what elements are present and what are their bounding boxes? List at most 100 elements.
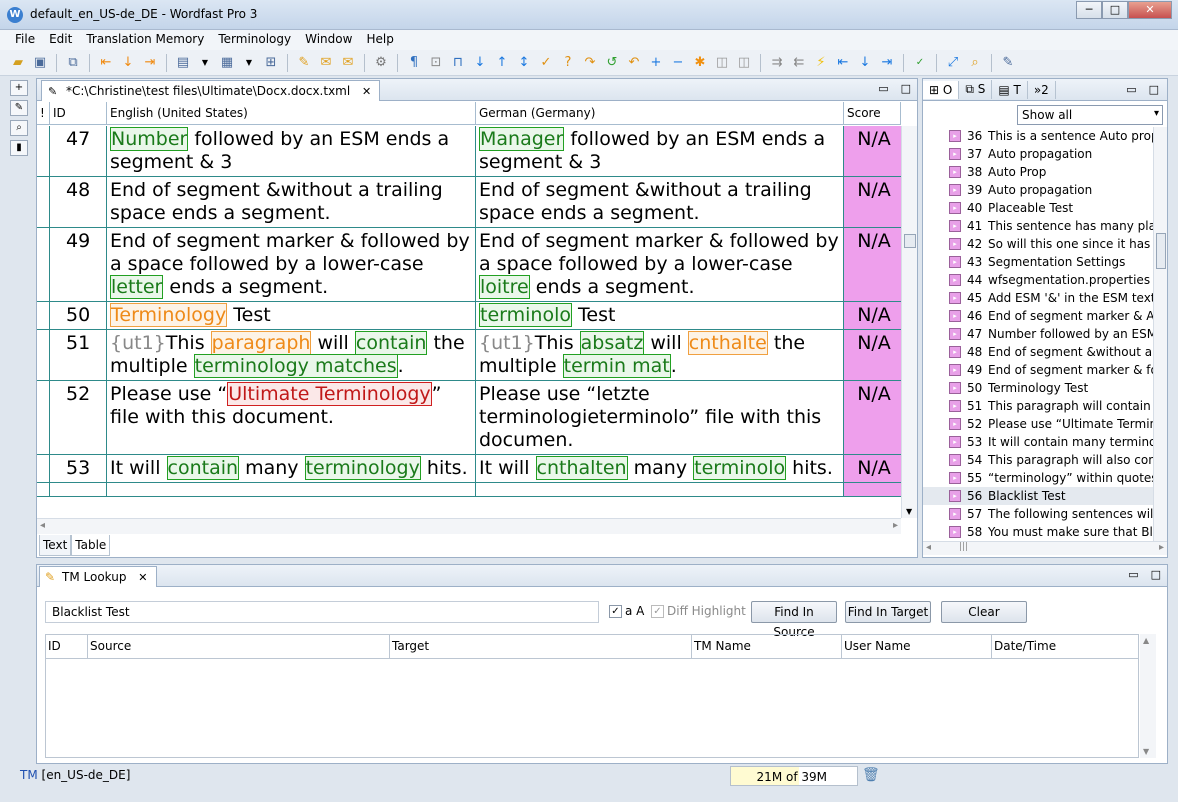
arrow-down-icon[interactable]: ↓ [470, 53, 490, 73]
undo-icon[interactable]: ↶ [624, 53, 644, 73]
plus-icon[interactable]: + [646, 53, 666, 73]
paragraph-icon[interactable]: ¶ [404, 53, 424, 73]
tm-search-input[interactable]: Blacklist Test [45, 601, 599, 623]
outline-item[interactable]: ▸ 40 Placeable Test [923, 199, 1153, 217]
column-id[interactable]: ID [50, 102, 107, 124]
tab-overflow[interactable]: »2 [1028, 80, 1056, 99]
segment-target-cell[interactable]: Please use “letzte terminologieterminolo… [476, 381, 844, 454]
segment-row[interactable]: 49 End of segment marker & followed by a … [37, 228, 901, 302]
outline-item[interactable]: ▸ 44 wfsegmentation.properties W [923, 271, 1153, 289]
case-sensitive-checkbox[interactable]: ✓ [609, 605, 622, 618]
column-source-language[interactable]: English (United States) [107, 102, 476, 124]
lock-icon[interactable]: ⊡ [426, 53, 446, 73]
tm-column-date-time[interactable]: Date/Time [992, 635, 1138, 658]
segment-target-cell[interactable]: {ut1}This absatz will cnthalte the multi… [476, 330, 844, 380]
settings-gear-icon[interactable]: ⚙ [371, 53, 391, 73]
tab-table-view[interactable]: Table [71, 535, 111, 556]
segment-target-cell[interactable]: It will cnthalten many terminolo hits. [476, 455, 844, 482]
expand-right-icon[interactable]: ⇉ [767, 53, 787, 73]
segment-row[interactable] [37, 483, 901, 497]
menu-help[interactable]: Help [359, 30, 400, 50]
split-icon[interactable]: ⊞ [261, 53, 281, 73]
tag-remove-icon[interactable]: ◫ [712, 53, 732, 73]
outline-item[interactable]: ▸ 55 “terminology” within quotes a [923, 469, 1153, 487]
save-icon[interactable]: ▣ [30, 53, 50, 73]
first-segment-icon[interactable]: ⇤ [833, 53, 853, 73]
diff-highlight-checkbox[interactable]: ✓ [651, 605, 664, 618]
maximize-pane-icon[interactable]: □ [1151, 568, 1161, 581]
segment-target-cell[interactable]: End of segment marker & followed by a sp… [476, 228, 844, 301]
tab-s[interactable]: ⧉ S [959, 80, 993, 99]
outline-item[interactable]: ▸ 41 This sentence has many place [923, 217, 1153, 235]
outline-item[interactable]: ▸ 38 Auto Prop [923, 163, 1153, 181]
menu-window[interactable]: Window [298, 30, 359, 50]
outline-item[interactable]: ▸ 48 End of segment &without a tr [923, 343, 1153, 361]
scroll-thumb[interactable] [904, 234, 916, 248]
document-tab[interactable]: ✎ *C:\Christine\test files\Ultimate\Docx… [41, 80, 381, 101]
revert-icon[interactable]: ↺ [602, 53, 622, 73]
outline-item[interactable]: ▸ 47 Number followed by an ESM e [923, 325, 1153, 343]
scroll-left-icon[interactable]: ◂ [40, 520, 45, 531]
segment-target-cell[interactable]: End of segment &without a trailing space… [476, 177, 844, 227]
tm-column-source[interactable]: Source [88, 635, 390, 658]
copy-source-icon[interactable]: ⧉ [63, 53, 83, 73]
segment-row[interactable]: 48 End of segment &without a trailing spa… [37, 177, 901, 228]
scroll-right-icon[interactable]: ▸ [1159, 542, 1164, 553]
clear-button[interactable]: Clear [941, 601, 1027, 623]
open-folder-icon[interactable]: ▰ [8, 53, 28, 73]
outline-vertical-scrollbar[interactable] [1153, 127, 1167, 541]
maximize-button[interactable]: □ [1102, 1, 1128, 19]
outline-horizontal-scrollbar[interactable]: ◂ ||| ▸ [923, 541, 1167, 555]
asterisk-icon[interactable]: ✱ [690, 53, 710, 73]
minimize-pane-icon[interactable]: ▭ [1128, 568, 1138, 581]
tm-column-target[interactable]: Target [390, 635, 692, 658]
previous-segment-icon[interactable]: ⇤ [96, 53, 116, 73]
outline-item[interactable]: ▸ 42 So will this one since it has m [923, 235, 1153, 253]
expand-left-icon[interactable]: ⇇ [789, 53, 809, 73]
confirm-next-icon[interactable]: ↷ [580, 53, 600, 73]
tm-lookup-tab[interactable]: ✎ TM Lookup ✕ [39, 566, 157, 587]
arrow-up-icon[interactable]: ↑ [492, 53, 512, 73]
outline-item[interactable]: ▸ 45 Add ESM '&' in the ESM textb [923, 289, 1153, 307]
dropdown-arrow-icon[interactable]: ▼ [239, 53, 259, 73]
document-icon[interactable]: ▤ [173, 53, 193, 73]
edit-document-icon[interactable]: ✎ [10, 100, 28, 116]
garbage-collect-icon[interactable]: 🗑 [862, 767, 880, 783]
next-segment-icon[interactable]: ↓ [118, 53, 138, 73]
outline-item[interactable]: ▸ 36 This is a sentence Auto propag [923, 127, 1153, 145]
outline-item[interactable]: ▸ 51 This paragraph will contain th [923, 397, 1153, 415]
tab-text-view[interactable]: Text [39, 535, 72, 556]
menu-terminology[interactable]: Terminology [211, 30, 298, 50]
outline-item[interactable]: ▸ 52 Please use “Ultimate Terminol [923, 415, 1153, 433]
outline-item[interactable]: ▸ 43 Segmentation Settings [923, 253, 1153, 271]
notes-icon[interactable]: ✎ [998, 53, 1018, 73]
tm-column-user-name[interactable]: User Name [842, 635, 992, 658]
query-icon[interactable]: ? [558, 53, 578, 73]
outline-item[interactable]: ▸ 54 This paragraph will also conta [923, 451, 1153, 469]
tm-add-icon[interactable]: ✉ [316, 53, 336, 73]
scroll-down-icon[interactable]: ▼ [1143, 747, 1149, 756]
outline-item[interactable]: ▸ 39 Auto propagation [923, 181, 1153, 199]
maximize-pane-icon[interactable]: □ [901, 82, 911, 95]
menu-translation-memory[interactable]: Translation Memory [79, 30, 211, 50]
column-flag[interactable]: ! [37, 102, 50, 124]
outline-item[interactable]: ▸ 58 You must make sure that Blac [923, 523, 1153, 541]
outline-item[interactable]: ▸ 46 End of segment marker & Add [923, 307, 1153, 325]
lightning-icon[interactable]: ⚡ [811, 53, 831, 73]
menu-edit[interactable]: Edit [42, 30, 79, 50]
segment-row[interactable]: 51 {ut1}This paragraph will contain the m… [37, 330, 901, 381]
editor-horizontal-scrollbar[interactable]: ◂ ▸ [37, 518, 901, 534]
dropdown-arrow-icon[interactable]: ▼ [195, 53, 215, 73]
database-icon[interactable]: ▮ [10, 140, 28, 156]
column-score[interactable]: Score [844, 102, 901, 124]
minimize-pane-icon[interactable]: ▭ [1126, 83, 1136, 96]
find-in-source-button[interactable]: Find In Source [751, 601, 837, 639]
segment-row[interactable]: 52 Please use “Ultimate Terminology” file… [37, 381, 901, 455]
spellcheck-icon[interactable]: ✓ [910, 53, 930, 73]
show-filter-dropdown[interactable]: Show all ▾ [1017, 105, 1163, 125]
scroll-right-icon[interactable]: ▸ [893, 520, 898, 531]
tag-copy-icon[interactable]: ◫ [734, 53, 754, 73]
close-tab-icon[interactable]: ✕ [138, 571, 147, 584]
column-target-language[interactable]: German (Germany) [476, 102, 844, 124]
end-segment-icon[interactable]: ⇥ [877, 53, 897, 73]
